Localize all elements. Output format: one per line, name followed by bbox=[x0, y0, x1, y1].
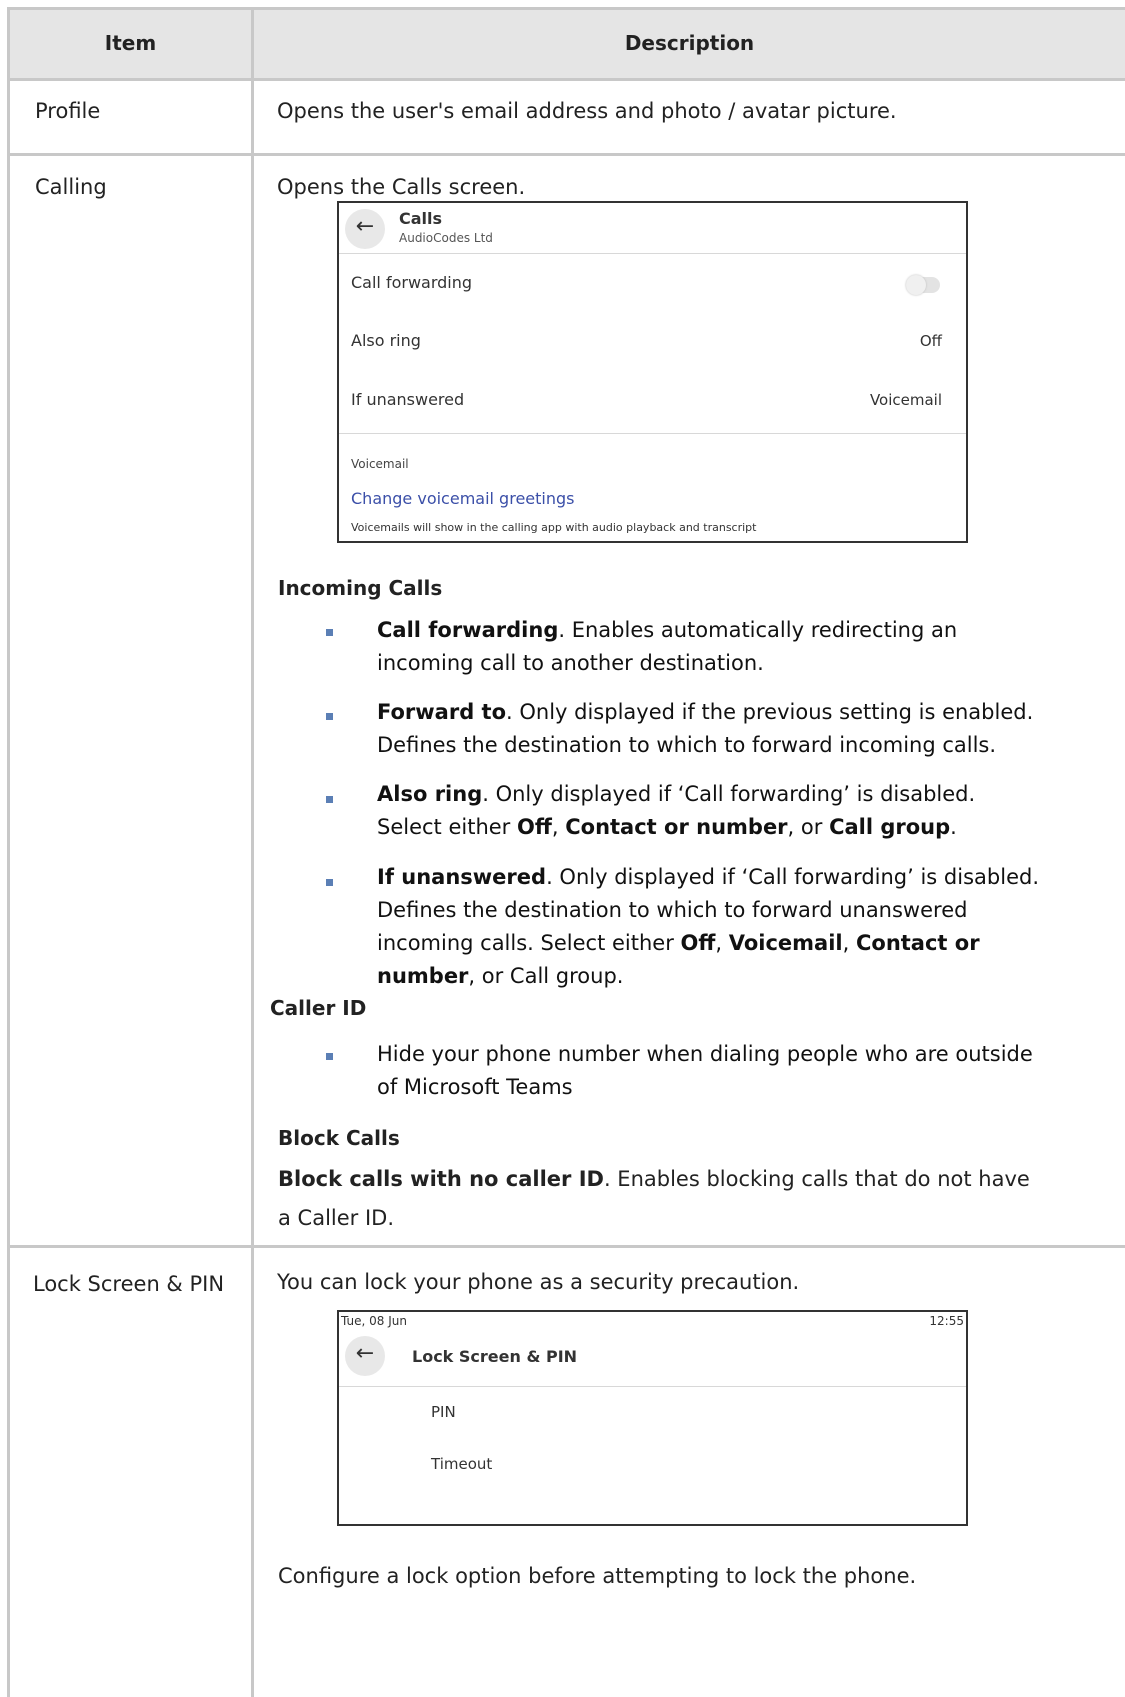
bullet-also-ring: Also ring. Only displayed if ‘Call forwa… bbox=[377, 782, 976, 839]
lock-screen-title: Lock Screen & PIN bbox=[412, 1347, 578, 1366]
bullet-marker bbox=[326, 879, 333, 886]
lock-screen-screenshot: Tue, 08 Jun 12:55 ← Lock Screen & PIN PI… bbox=[337, 1310, 968, 1526]
lock-screen-outro: Configure a lock option before attemptin… bbox=[278, 1564, 917, 1588]
bullet-marker bbox=[326, 796, 333, 803]
block-calls-heading: Block Calls bbox=[278, 1126, 400, 1150]
time-readout: 12:55 bbox=[929, 1314, 964, 1328]
also-ring-label: Also ring bbox=[351, 331, 421, 350]
back-arrow-icon: ← bbox=[355, 1341, 375, 1366]
header-description: Description bbox=[624, 31, 755, 55]
call-forwarding-label: Call forwarding bbox=[351, 273, 473, 292]
calls-screen-title: Calls bbox=[399, 209, 443, 228]
if-unanswered-value: Voicemail bbox=[869, 391, 942, 409]
calls-screen-screenshot: ← Calls AudioCodes Ltd Call forwarding A… bbox=[337, 201, 968, 543]
calls-screen-subtitle: AudioCodes Ltd bbox=[399, 231, 493, 245]
caller-id-bullet-line1: Hide your phone number when dialing peop… bbox=[377, 1042, 1033, 1066]
bullet-if-unanswered: If unanswered. Only displayed if ‘Call f… bbox=[377, 865, 1039, 988]
back-button: ← bbox=[345, 209, 385, 249]
table-border-top bbox=[7, 7, 1125, 10]
toggle-knob bbox=[906, 275, 926, 295]
bullet-marker bbox=[326, 713, 333, 720]
separator bbox=[339, 253, 966, 254]
call-forwarding-toggle bbox=[906, 275, 940, 295]
back-arrow-icon: ← bbox=[355, 214, 375, 239]
bullet-marker bbox=[326, 1053, 333, 1060]
table-border-left bbox=[7, 7, 10, 1697]
calling-intro: Opens the Calls screen. bbox=[277, 175, 526, 199]
bullet-forward-to: Forward to. Only displayed if the previo… bbox=[377, 700, 1034, 757]
block-calls-rest: . Enables blocking calls that do not hav… bbox=[603, 1167, 1030, 1191]
bullet-call-forwarding: Call forwarding. Enables automatically r… bbox=[377, 618, 958, 675]
separator bbox=[339, 433, 966, 434]
calling-row-divider bbox=[7, 1245, 1125, 1248]
timeout-option: Timeout bbox=[431, 1455, 493, 1473]
voicemail-note: Voicemails will show in the calling app … bbox=[351, 521, 757, 534]
profile-description: Opens the user's email address and photo… bbox=[277, 99, 897, 123]
block-calls-line2: a Caller ID. bbox=[278, 1206, 395, 1230]
date-readout: Tue, 08 Jun bbox=[341, 1314, 407, 1328]
profile-item: Profile bbox=[35, 99, 101, 123]
block-calls-text: Block calls with no caller ID. Enables b… bbox=[278, 1167, 1030, 1191]
pin-option: PIN bbox=[431, 1403, 456, 1421]
header-item: Item bbox=[104, 31, 157, 55]
change-voicemail-greetings-link: Change voicemail greetings bbox=[351, 489, 575, 508]
also-ring-value: Off bbox=[919, 332, 942, 350]
bullet-marker bbox=[326, 629, 333, 636]
caller-id-bullet-line2: of Microsoft Teams bbox=[377, 1075, 573, 1099]
lock-screen-intro: You can lock your phone as a security pr… bbox=[277, 1270, 800, 1294]
column-divider bbox=[251, 7, 254, 1697]
back-button: ← bbox=[345, 1336, 385, 1376]
lock-screen-item: Lock Screen & PIN bbox=[33, 1272, 225, 1296]
voicemail-section-label: Voicemail bbox=[351, 457, 409, 471]
if-unanswered-label: If unanswered bbox=[351, 390, 465, 409]
calling-item: Calling bbox=[35, 175, 107, 199]
block-calls-bold: Block calls with no caller ID bbox=[278, 1167, 604, 1191]
header-row-divider bbox=[7, 78, 1125, 81]
caller-id-heading: Caller ID bbox=[270, 996, 367, 1020]
incoming-calls-heading: Incoming Calls bbox=[278, 576, 443, 600]
separator bbox=[339, 1386, 966, 1387]
profile-row-divider bbox=[7, 153, 1125, 156]
